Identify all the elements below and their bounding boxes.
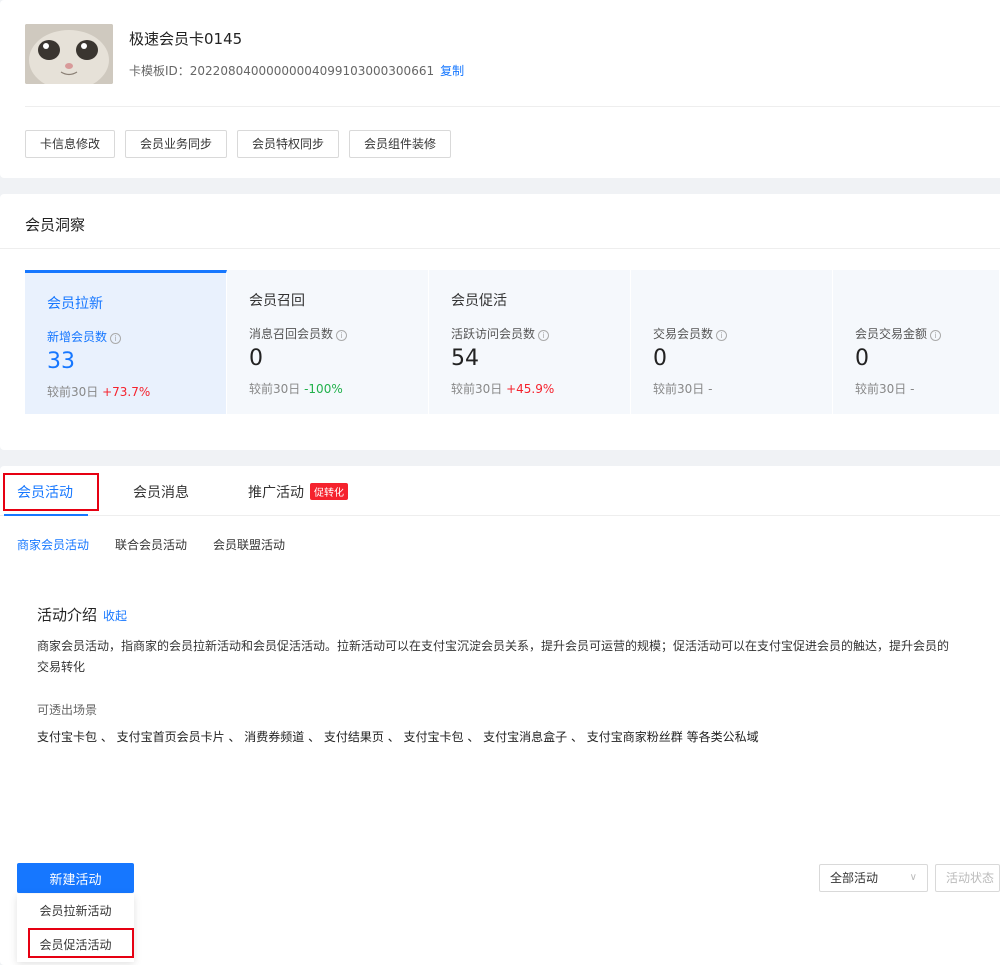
stat-group-label: 会员促活 <box>451 293 507 309</box>
scene-list: 支付宝卡包 、 支付宝首页会员卡片 、 消费券频道 、 支付结果页 、 支付宝卡… <box>37 730 759 744</box>
subtab-alliance-activity[interactable]: 会员联盟活动 <box>213 536 285 553</box>
tab-member-message[interactable]: 会员消息 <box>133 482 189 502</box>
new-activity-button[interactable]: 新建活动 <box>17 863 134 893</box>
info-icon[interactable]: i <box>336 330 348 341</box>
activity-status-select[interactable]: 活动状态 <box>935 864 1000 892</box>
card-action-buttons: 卡信息修改 会员业务同步 会员特权同步 会员组件装修 <box>25 130 452 158</box>
active-tab-indicator <box>4 514 88 516</box>
stat-compare: 较前30日 - <box>855 382 915 396</box>
activity-tabs: 会员活动 会员消息 推广活动 促转化 <box>0 466 1000 516</box>
subtab-joint-activity[interactable]: 联合会员活动 <box>115 536 187 553</box>
stat-label: 交易会员数 i <box>653 325 728 342</box>
stat-compare: 较前30日 - <box>653 382 713 396</box>
template-id-label: 卡模板ID： <box>129 64 190 78</box>
stat-compare: 较前30日 +45.9% <box>451 382 555 396</box>
divider <box>25 106 1000 107</box>
stat-label: 会员交易金额 i <box>855 325 942 342</box>
menu-item-new-member-activity[interactable]: 会员拉新活动 <box>17 896 134 926</box>
stat-trade-amount[interactable]: 会员交易金额 i 0 较前30日 - <box>833 270 1000 414</box>
info-icon[interactable]: i <box>110 333 122 344</box>
stat-value: 33 <box>47 349 75 374</box>
promo-badge: 促转化 <box>310 483 348 500</box>
edit-card-info-button[interactable]: 卡信息修改 <box>25 130 116 158</box>
stat-compare: 较前30日 -100% <box>249 382 343 396</box>
stat-value: 0 <box>249 346 263 371</box>
scene-title: 可透出场景 <box>37 703 98 717</box>
stat-label: 新增会员数 i <box>47 328 122 345</box>
highlight-box <box>28 928 134 958</box>
card-template-id: 卡模板ID：20220804000000004099103000300661 复制 <box>129 62 464 79</box>
info-icon[interactable]: i <box>930 330 942 341</box>
card-cover-image <box>25 24 113 84</box>
stat-group-label: 会员拉新 <box>47 296 103 312</box>
stat-trade-members[interactable]: 交易会员数 i 0 较前30日 - <box>631 270 833 414</box>
stat-recall-members[interactable]: 会员召回 消息召回会员数 i 0 较前30日 -100% <box>227 270 429 414</box>
activity-type-select[interactable]: 全部活动 ∨ <box>819 864 928 892</box>
section-title: 会员洞察 <box>25 216 86 234</box>
new-activity-menu: 会员拉新活动 会员促活活动 <box>17 894 134 962</box>
sync-member-privilege-button[interactable]: 会员特权同步 <box>237 130 340 158</box>
stat-compare: 较前30日 +73.7% <box>47 385 151 399</box>
divider <box>0 248 1000 249</box>
card-title: 极速会员卡0145 <box>129 30 243 48</box>
chevron-down-icon: ∨ <box>909 872 917 883</box>
stat-group-label: 会员召回 <box>249 293 305 309</box>
sync-member-business-button[interactable]: 会员业务同步 <box>125 130 228 158</box>
collapse-link[interactable]: 收起 <box>103 609 127 623</box>
stat-label: 消息召回会员数 i <box>249 325 348 342</box>
copy-link[interactable]: 复制 <box>440 64 464 78</box>
highlight-box <box>3 473 99 511</box>
member-activity-panel: 会员活动 会员消息 推广活动 促转化 商家会员活动 联合会员活动 会员联盟活动 活… <box>0 466 1000 965</box>
stat-new-members[interactable]: 会员拉新 新增会员数 i 33 较前30日 +73.7% <box>25 270 227 414</box>
template-id-value: 20220804000000004099103000300661 <box>189 64 435 78</box>
stat-label: 活跃访问会员数 i <box>451 325 550 342</box>
stat-value: 0 <box>855 346 869 371</box>
stat-value: 54 <box>451 346 479 371</box>
info-icon[interactable]: i <box>716 330 728 341</box>
activity-subtabs: 商家会员活动 联合会员活动 会员联盟活动 <box>17 536 285 553</box>
decorate-member-component-button[interactable]: 会员组件装修 <box>349 130 452 158</box>
info-icon[interactable]: i <box>538 330 550 341</box>
member-card-panel: 极速会员卡0145 卡模板ID：202208040000000040991030… <box>0 0 1000 178</box>
stat-active-members[interactable]: 会员促活 活跃访问会员数 i 54 较前30日 +45.9% <box>429 270 631 414</box>
stat-value: 0 <box>653 346 667 371</box>
intro-description: 商家会员活动，指商家的会员拉新活动和会员促活活动。拉新活动可以在支付宝沉淀会员关… <box>37 639 950 674</box>
tab-promotion-activity[interactable]: 推广活动 促转化 <box>248 482 348 502</box>
subtab-merchant-activity[interactable]: 商家会员活动 <box>17 536 89 553</box>
intro-title: 活动介绍 收起 <box>37 606 128 624</box>
